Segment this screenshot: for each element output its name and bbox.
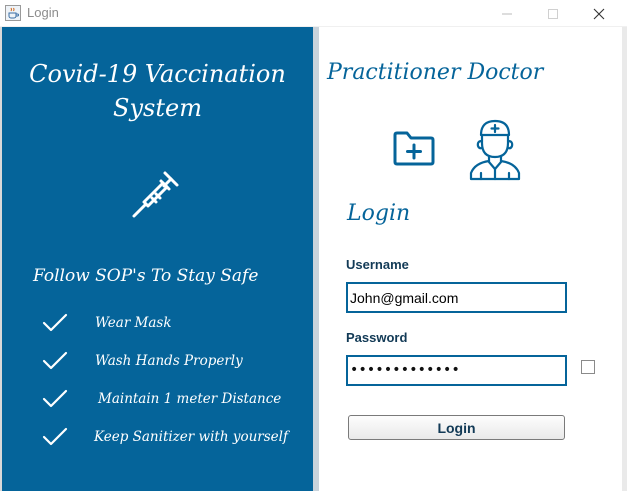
sop-item: Wear Mask [42, 312, 312, 336]
check-icon [42, 351, 68, 370]
show-password-checkbox[interactable] [581, 360, 595, 374]
window-border-right [622, 27, 627, 491]
app-title-line1: Covid-19 Vaccination [29, 60, 286, 88]
maximize-icon [548, 8, 558, 19]
doctor-icon [467, 117, 523, 187]
close-icon [593, 8, 605, 19]
minimize-icon [502, 13, 512, 14]
sop-item-label: Maintain 1 meter Distance [98, 391, 282, 407]
password-mask: ••••••••••••• [350, 362, 460, 378]
window-title: Login [27, 5, 59, 20]
window-content: Covid-19 Vaccination System Follow SOP's… [0, 27, 627, 491]
username-field[interactable] [348, 284, 565, 311]
sop-item-label: Wear Mask [95, 315, 172, 331]
title-bar: Login [0, 0, 627, 27]
sop-item-label: Keep Sanitizer with yourself [94, 429, 288, 445]
username-field-box [346, 282, 567, 313]
sop-item: Keep Sanitizer with yourself [42, 426, 312, 450]
login-button[interactable]: Login [348, 415, 565, 440]
check-icon [42, 313, 68, 332]
sop-item: Wash Hands Properly [42, 350, 312, 374]
role-title: Practitioner Doctor [327, 60, 544, 85]
sop-item: Maintain 1 meter Distance [42, 388, 312, 412]
java-cup-icon [5, 5, 21, 21]
check-icon [42, 389, 68, 408]
medical-folder-icon [393, 130, 435, 170]
maximize-button[interactable] [530, 0, 576, 27]
password-label: Password [346, 330, 408, 345]
syringe-icon [128, 167, 184, 227]
password-field[interactable]: ••••••••••••• [346, 355, 567, 386]
minimize-button[interactable] [484, 0, 530, 27]
sop-heading: Follow SOP's To Stay Safe [33, 266, 259, 286]
info-panel: Covid-19 Vaccination System Follow SOP's… [2, 27, 313, 491]
username-label: Username [346, 257, 409, 272]
login-heading: Login [347, 201, 411, 226]
close-button[interactable] [576, 0, 622, 27]
sop-item-label: Wash Hands Properly [95, 353, 243, 369]
check-icon [42, 427, 68, 446]
login-panel: Practitioner Doctor Login Username John@… [319, 27, 622, 491]
app-title-line2: System [113, 94, 202, 122]
